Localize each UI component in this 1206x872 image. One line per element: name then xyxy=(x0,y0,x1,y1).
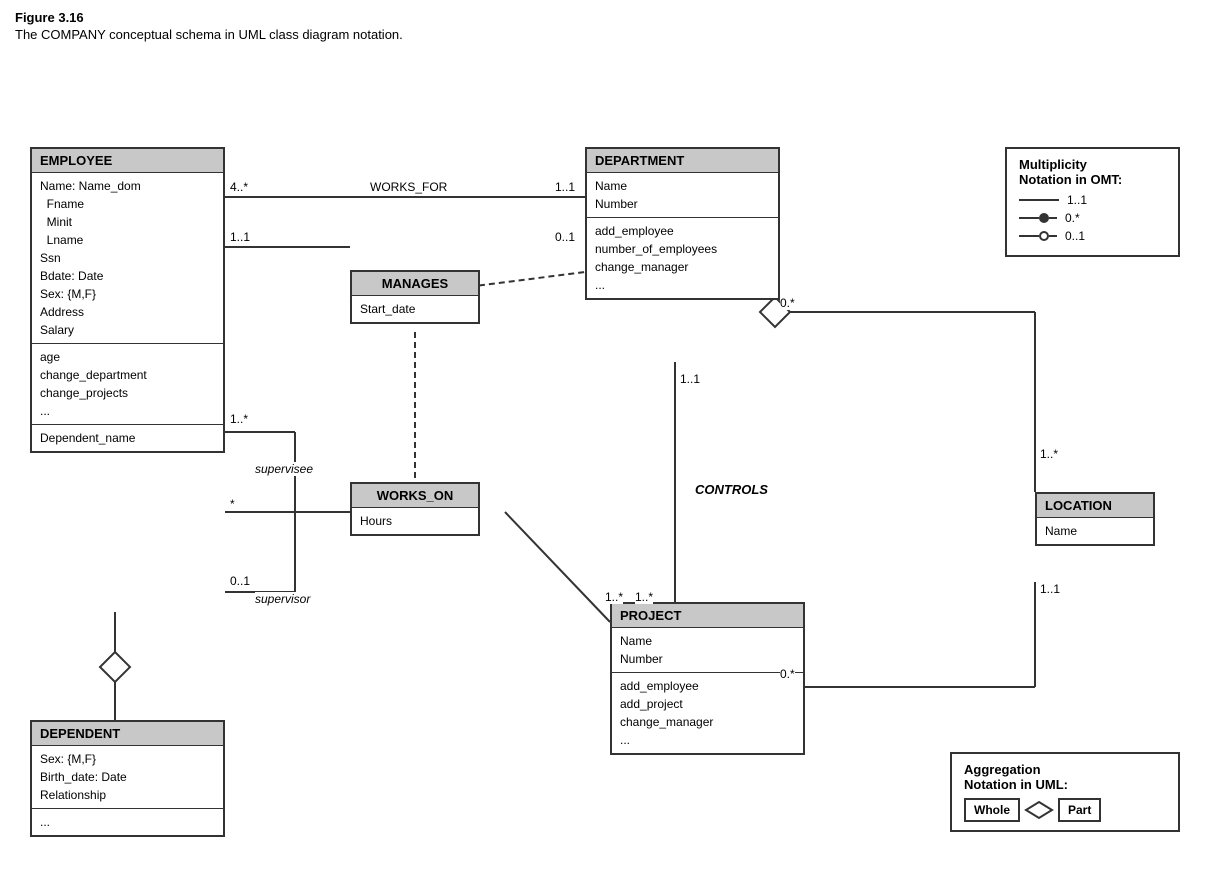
works-for-left-mult: 4..* xyxy=(230,180,248,194)
dependent-section1: Sex: {M,F} Birth_date: Date Relationship xyxy=(32,746,223,809)
notation-row-3: 0..1 xyxy=(1019,229,1166,243)
agg-diamond-icon xyxy=(1024,800,1054,820)
notation-value-2: 0.* xyxy=(1065,211,1080,225)
project-class: PROJECT Name Number add_employee add_pro… xyxy=(610,602,805,755)
supervisee-label: supervisee xyxy=(255,462,313,476)
dependent-class: DEPENDENT Sex: {M,F} Birth_date: Date Re… xyxy=(30,720,225,837)
manages-dept-mult: 0..1 xyxy=(555,230,575,244)
supervises-bottom-mult: 0..1 xyxy=(230,574,250,588)
location-header: LOCATION xyxy=(1037,494,1153,518)
notation-title: Multiplicity Notation in OMT: xyxy=(1019,157,1166,187)
notation-line-circle xyxy=(1019,231,1057,241)
manages-box: MANAGES Start_date xyxy=(350,270,480,324)
project-header: PROJECT xyxy=(612,604,803,628)
works-for-label: WORKS_FOR xyxy=(370,180,447,194)
notation-line-1 xyxy=(1019,199,1059,201)
diagram-area: EMPLOYEE Name: Name_dom Fname Minit Lnam… xyxy=(15,52,1195,842)
employee-section2: age change_department change_projects ..… xyxy=(32,344,223,425)
figure-title: Figure 3.16 xyxy=(15,10,1191,25)
employee-section3: Dependent_name xyxy=(32,425,223,451)
part-box: Part xyxy=(1058,798,1101,822)
notation-value-1: 1..1 xyxy=(1067,193,1087,207)
location-class: LOCATION Name xyxy=(1035,492,1155,546)
dependent-header: DEPENDENT xyxy=(32,722,223,746)
controls-dept-mult: 1..1 xyxy=(680,372,700,386)
agg-row: Whole Part xyxy=(964,798,1166,822)
manages-header: MANAGES xyxy=(352,272,478,296)
line-part-2a xyxy=(1019,217,1039,219)
filled-dot xyxy=(1039,213,1049,223)
supervisor-label: supervisor xyxy=(255,592,310,606)
notation-line-dot xyxy=(1019,213,1057,223)
employee-class: EMPLOYEE Name: Name_dom Fname Minit Lnam… xyxy=(30,147,225,453)
works-for-right-mult: 1..1 xyxy=(555,180,575,194)
line-part-2b xyxy=(1049,217,1057,219)
dependent-section2: ... xyxy=(32,809,223,835)
line-part-3b xyxy=(1049,235,1057,237)
project-section2: add_employee add_project change_manager … xyxy=(612,673,803,753)
controls-proj-mult: 1..* xyxy=(635,590,653,604)
works-on-body: Hours xyxy=(352,508,478,534)
employee-header: EMPLOYEE xyxy=(32,149,223,173)
notation-value-3: 0..1 xyxy=(1065,229,1085,243)
works-on-emp-mult: * xyxy=(230,497,235,511)
agg-title: Aggregation Notation in UML: xyxy=(964,762,1166,792)
location-section1: Name xyxy=(1037,518,1153,544)
location-loc-mult: 1..1 xyxy=(1040,582,1060,596)
department-section1: Name Number xyxy=(587,173,778,218)
controls-label: CONTROLS xyxy=(695,482,768,497)
dept-location-mult: 0.* xyxy=(780,296,795,310)
department-class: DEPARTMENT Name Number add_employee numb… xyxy=(585,147,780,300)
employee-section1: Name: Name_dom Fname Minit Lname Ssn Bda… xyxy=(32,173,223,344)
works-on-box: WORKS_ON Hours xyxy=(350,482,480,536)
location-dept-mult: 1..* xyxy=(1040,447,1058,461)
works-on-proj-mult: 1..* xyxy=(605,590,623,604)
project-section1: Name Number xyxy=(612,628,803,673)
works-on-header: WORKS_ON xyxy=(352,484,478,508)
figure-caption: The COMPANY conceptual schema in UML cla… xyxy=(15,27,1191,42)
aggregation-notation-box: Aggregation Notation in UML: Whole Part xyxy=(950,752,1180,832)
multiplicity-notation-box: Multiplicity Notation in OMT: 1..1 0.* 0… xyxy=(1005,147,1180,257)
proj-location-mult: 0.* xyxy=(780,667,795,681)
open-circle xyxy=(1039,231,1049,241)
notation-row-2: 0.* xyxy=(1019,211,1166,225)
whole-box: Whole xyxy=(964,798,1020,822)
notation-row-1: 1..1 xyxy=(1019,193,1166,207)
manages-body: Start_date xyxy=(352,296,478,322)
supervises-top-mult: 1..* xyxy=(230,412,248,426)
line-part-3a xyxy=(1019,235,1039,237)
department-header: DEPARTMENT xyxy=(587,149,778,173)
manages-emp-mult: 1..1 xyxy=(230,230,250,244)
department-section2: add_employee number_of_employees change_… xyxy=(587,218,778,298)
